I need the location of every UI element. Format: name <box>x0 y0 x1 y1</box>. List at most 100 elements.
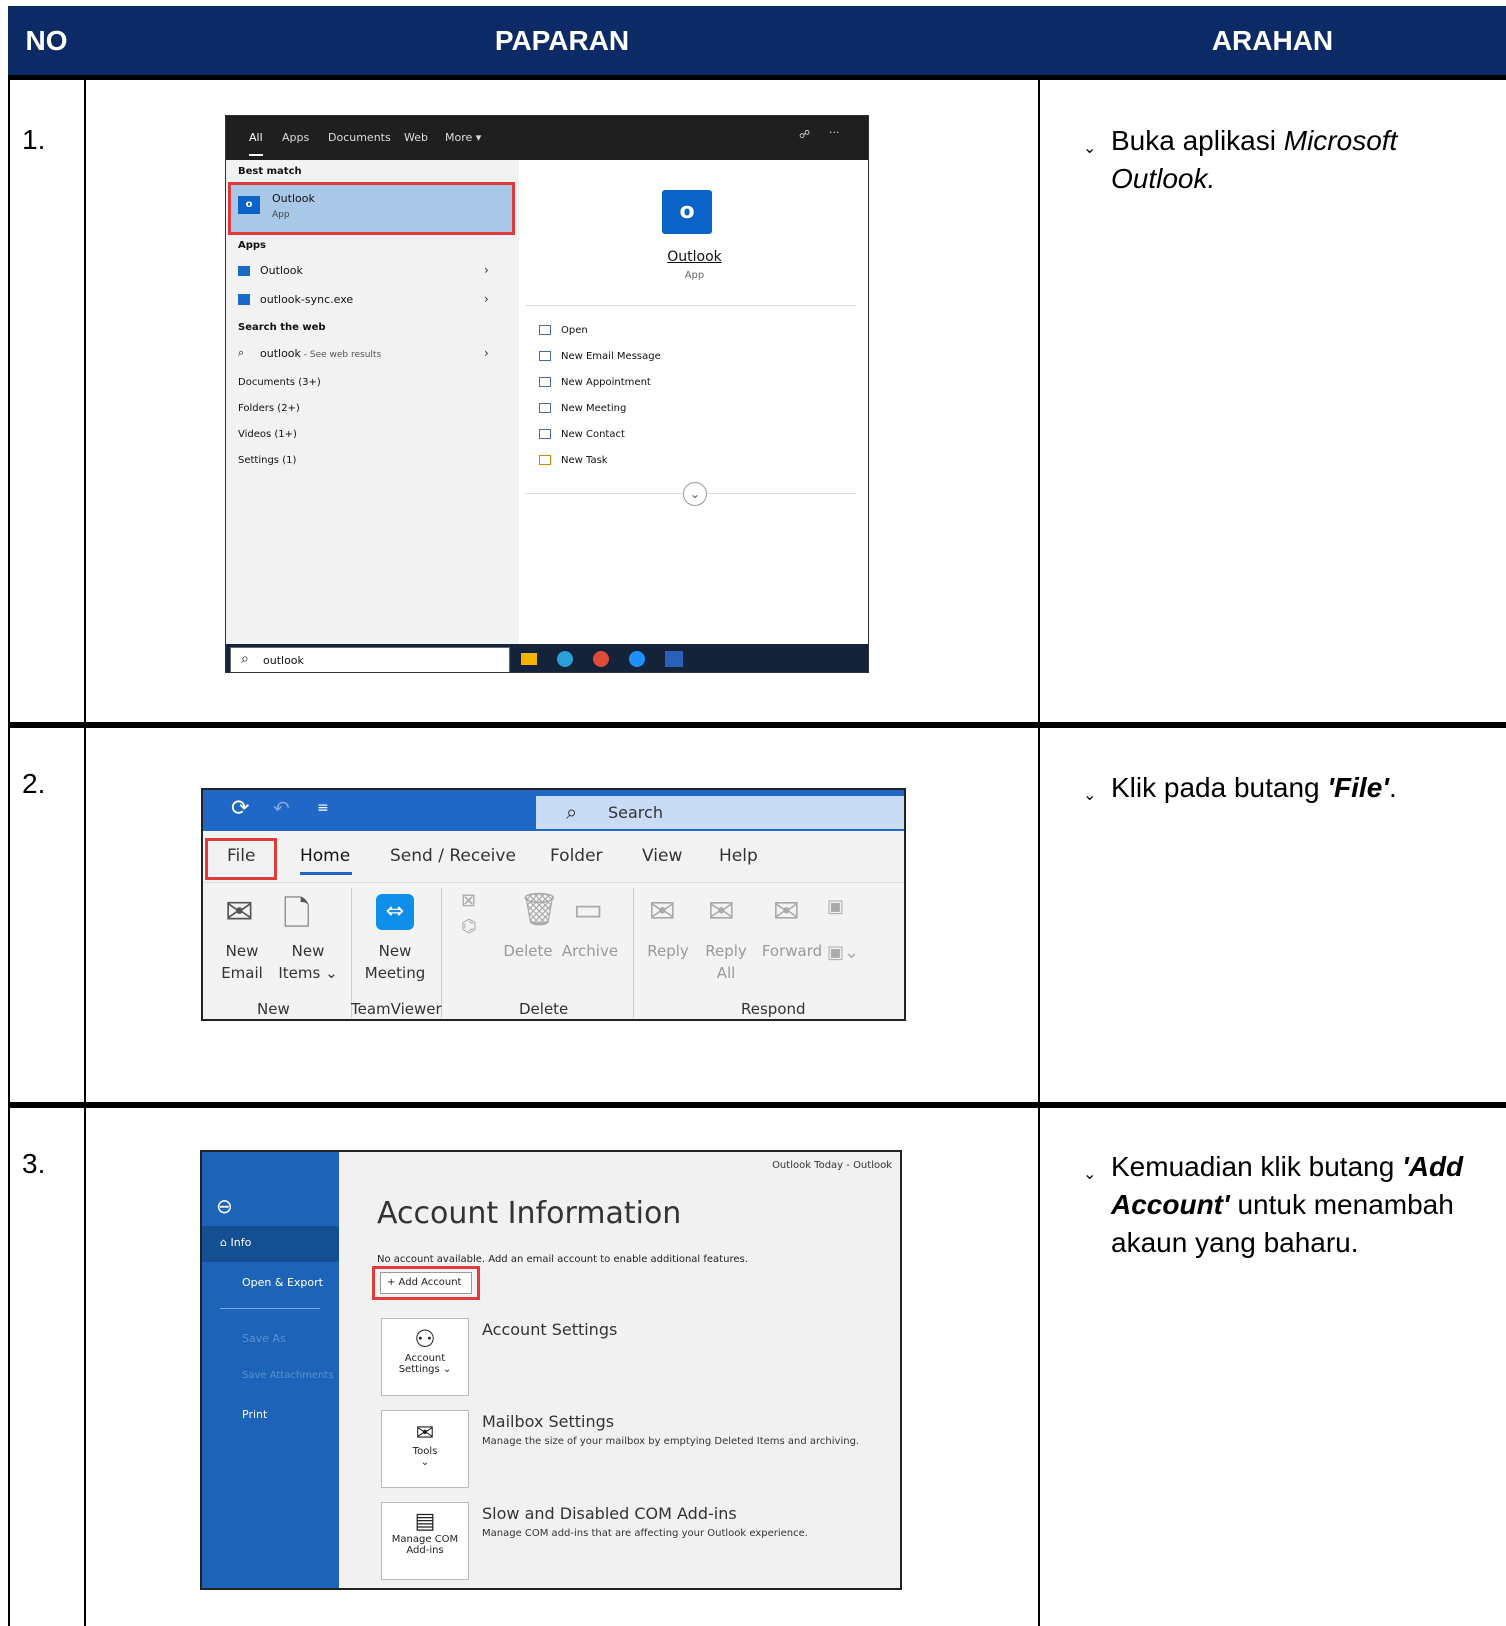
group-separator <box>441 888 442 1018</box>
sidebar-item-info[interactable]: ⌂ Info <box>202 1226 339 1262</box>
search-icon: ⌕ <box>566 800 578 824</box>
category-settings[interactable]: Settings (1) <box>238 455 296 466</box>
com-addins-icon: ▤ <box>414 1509 436 1534</box>
delete-icon: 🗑 <box>519 890 560 928</box>
header-paparan-label: PAPARAN <box>494 24 630 56</box>
app-preview-pane: o Outlook App Open New Email Message New… <box>519 160 868 644</box>
account-settings-label: Account Settings ⌄ <box>398 1353 452 1375</box>
action-new-meeting[interactable]: New Meeting <box>539 403 626 414</box>
backstage-sidebar: ⊖ ⌂ Info Open & Export Save As Save Atta… <box>202 1152 339 1588</box>
group-label-teamviewer: TeamViewer <box>351 1000 442 1018</box>
header-paparan: PAPARAN <box>85 6 1039 80</box>
word-icon[interactable] <box>665 651 683 667</box>
action-new-appointment[interactable]: New Appointment <box>539 377 651 388</box>
category-videos[interactable]: Videos (1+) <box>238 429 297 440</box>
chevron-right-icon[interactable]: › <box>484 346 489 360</box>
action-new-contact[interactable]: New Contact <box>539 429 625 440</box>
mailbox-settings-desc: Manage the size of your mailbox by empty… <box>482 1436 860 1447</box>
feedback-icon[interactable]: ☍ <box>799 128 810 141</box>
manage-com-label: Manage COM Add-ins <box>391 1534 459 1556</box>
divider <box>525 305 856 306</box>
group-label-delete: Delete <box>519 1000 569 1018</box>
account-settings-icon: ⚇ <box>414 1325 436 1353</box>
tab-all[interactable]: All <box>249 131 263 156</box>
chrome-icon[interactable] <box>593 651 609 667</box>
tools-button[interactable]: ✉ Tools ⌄ <box>381 1410 469 1488</box>
tab-documents[interactable]: Documents <box>328 131 391 144</box>
new-email-button[interactable]: New Email <box>217 940 267 984</box>
category-documents[interactable]: Documents (3+) <box>238 377 321 388</box>
tab-web[interactable]: Web <box>404 131 428 144</box>
forward-button[interactable]: Forward <box>757 940 827 962</box>
row-number-1: 1. <box>22 124 46 155</box>
sync-icon[interactable]: ⟳ <box>231 796 249 821</box>
sync-exe-icon <box>238 294 250 305</box>
forward-icon: ✉ <box>773 892 800 930</box>
tab-apps[interactable]: Apps <box>282 131 309 144</box>
expand-chevron-icon[interactable]: ⌄ <box>683 482 707 506</box>
best-match-name: Outlook <box>272 192 315 205</box>
sidebar-item-print[interactable]: Print <box>242 1408 267 1421</box>
more-respond-icon[interactable]: ▣⌄ <box>827 942 859 963</box>
row-divider-1 <box>8 722 1506 728</box>
instruction-1: ⌄ Buka aplikasi Microsoft Outlook. <box>1083 122 1493 198</box>
tab-folder[interactable]: Folder <box>550 846 603 866</box>
best-match-type: App <box>272 210 290 220</box>
action-new-email[interactable]: New Email Message <box>539 351 661 362</box>
action-new-appointment-label: New Appointment <box>561 377 651 388</box>
manage-com-button[interactable]: ▤ Manage COM Add-ins <box>381 1502 469 1580</box>
tools-icon: ✉ <box>415 1421 435 1446</box>
reply-all-button[interactable]: Reply All <box>701 940 751 984</box>
reply-button[interactable]: Reply <box>643 940 693 962</box>
chevron-right-icon[interactable]: › <box>484 292 489 306</box>
sidebar-item-open-export[interactable]: Open & Export <box>242 1276 323 1289</box>
group-separator <box>351 888 352 1018</box>
web-query[interactable]: outlook - See web results <box>260 347 381 360</box>
tab-send-receive[interactable]: Send / Receive <box>390 846 516 866</box>
new-items-icon: 🗋 <box>283 894 311 934</box>
new-items-button[interactable]: New Items ⌄ <box>273 940 343 984</box>
contact-icon <box>539 429 551 439</box>
more-options-icon[interactable]: ··· <box>829 126 840 139</box>
undo-icon[interactable]: ↶ <box>273 796 290 820</box>
back-arrow-icon[interactable]: ⊖ <box>216 1194 233 1218</box>
action-new-meeting-label: New Meeting <box>561 403 627 414</box>
archive-icon: ▭ <box>573 890 604 928</box>
com-addins-title: Slow and Disabled COM Add-ins <box>482 1504 737 1523</box>
outlook-ribbon-screenshot: ⟳ ↶ ≡ ⌕ Search File Home Send / Receive F… <box>201 788 906 1021</box>
tab-more[interactable]: More ▾ <box>445 131 481 144</box>
search-box[interactable]: ⌕ outlook <box>230 647 510 672</box>
preview-title[interactable]: Outlook <box>519 249 868 265</box>
mailbox-settings-title: Mailbox Settings <box>482 1412 615 1431</box>
outlook-taskbar-icon[interactable] <box>629 651 645 667</box>
reply-all-icon: ✉ <box>708 892 735 930</box>
edge-icon[interactable] <box>557 651 573 667</box>
instruction-2-text: Klik pada butang <box>1111 772 1328 803</box>
delete-button[interactable]: Delete <box>503 940 553 962</box>
file-explorer-icon[interactable] <box>521 653 537 665</box>
tab-home[interactable]: Home <box>300 846 350 866</box>
outlook-app-icon: o <box>238 196 260 214</box>
page-title: Account Information <box>377 1196 682 1231</box>
calendar-icon <box>539 377 551 387</box>
sidebar-item-save-as: Save As <box>242 1332 286 1345</box>
action-open[interactable]: Open <box>539 325 588 336</box>
chevron-right-icon[interactable]: › <box>484 263 489 277</box>
apps-label: Apps <box>238 240 267 251</box>
best-match-label: Best match <box>238 166 302 177</box>
search-input[interactable]: ⌕ Search <box>536 796 904 829</box>
tab-view[interactable]: View <box>642 846 682 866</box>
app-outlook[interactable]: Outlook <box>260 264 303 277</box>
account-settings-button[interactable]: ⚇ Account Settings ⌄ <box>381 1318 469 1396</box>
ribbon-divider <box>203 882 904 883</box>
action-new-task[interactable]: New Task <box>539 455 608 466</box>
search-web-label: Search the web <box>238 322 326 333</box>
search-results-pane: Best match o Outlook App Apps Outlook › … <box>226 160 519 644</box>
customize-icon[interactable]: ≡ <box>317 800 329 816</box>
archive-button[interactable]: Archive <box>555 940 625 962</box>
highlight-box <box>205 838 277 880</box>
tab-help[interactable]: Help <box>719 846 758 866</box>
new-meeting-button[interactable]: New Meeting <box>355 940 435 984</box>
category-folders[interactable]: Folders (2+) <box>238 403 300 414</box>
app-outlook-sync[interactable]: outlook-sync.exe <box>260 293 353 306</box>
